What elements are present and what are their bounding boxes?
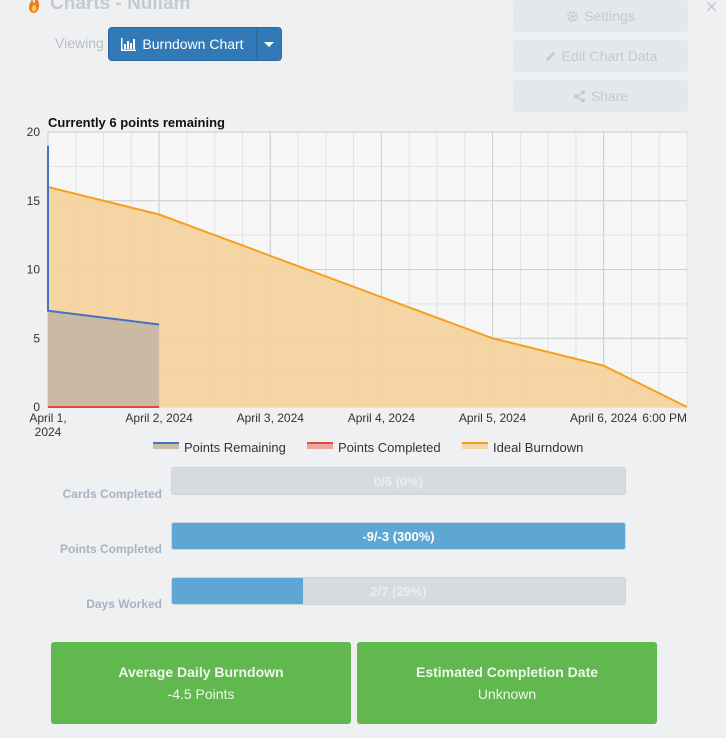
points-completed-progress: -9/-3 (300%)	[171, 522, 626, 550]
average-daily-burndown-value: -4.5 Points	[167, 686, 235, 702]
legend-label: Ideal Burndown	[493, 440, 583, 455]
chart-title: Currently 6 points remaining	[48, 115, 225, 130]
stat-label-points-completed: Points Completed	[59, 542, 162, 556]
estimated-completion-value: Unknown	[477, 686, 537, 702]
y-tick-label: 20	[27, 125, 41, 139]
edit-chart-data-button[interactable]: Edit Chart Data	[513, 40, 688, 72]
share-label: Share	[590, 88, 629, 104]
caret-down-icon	[264, 41, 274, 47]
legend-label: Points Remaining	[184, 440, 286, 455]
window-title: Charts - Nullam	[50, 0, 191, 14]
x-tick-label: April 5, 2024	[459, 411, 527, 425]
viewing-label: Viewing	[55, 35, 104, 51]
stat-label-cards-completed: Cards Completed	[62, 487, 162, 501]
gear-icon	[567, 10, 579, 22]
share-icon	[573, 90, 585, 102]
chart-type-button[interactable]: Burndown Chart	[109, 28, 257, 60]
cards-completed-text: 0/6 (0%)	[373, 473, 424, 489]
x-tick-label: April 6, 2024	[570, 411, 638, 425]
window-title-bar: Charts - Nullam	[26, 0, 190, 15]
pencil-icon	[545, 51, 556, 61]
share-button[interactable]: Share	[513, 80, 688, 112]
settings-button[interactable]: Settings	[513, 0, 688, 32]
x-tick-label: April 3, 2024	[237, 411, 305, 425]
points-remaining-area	[48, 310, 160, 407]
bar-chart-icon	[121, 37, 137, 51]
x-tick-label: April 4, 2024	[348, 411, 416, 425]
cards-completed-progress: 0/6 (0%)	[171, 467, 626, 495]
y-tick-label: 15	[27, 194, 41, 208]
y-tick-label: 5	[33, 331, 40, 345]
x-tick-label: April 2, 2024	[125, 411, 193, 425]
close-icon[interactable]: ×	[705, 0, 718, 20]
flame-icon	[29, 0, 40, 13]
x-tick-label: 6:00 PM	[642, 411, 687, 425]
burndown-chart-svg: 05101520Currently 6 points remainingApri…	[27, 115, 688, 455]
days-worked-text: 2/7 (29%)	[370, 583, 427, 599]
days-worked-progress: 2/7 (29%)	[171, 577, 626, 605]
average-daily-burndown-title: Average Daily Burndown	[118, 664, 284, 680]
settings-label: Settings	[584, 8, 635, 24]
average-daily-burndown-card: Average Daily Burndown -4.5 Points	[51, 642, 351, 724]
x-tick-label: April 1, 2024	[29, 411, 66, 439]
legend-label: Points Completed	[338, 440, 441, 455]
burndown-chart: 0 5 10 15 20 Currently 6 points remaining Apri…	[0, 110, 726, 470]
y-tick-label: 10	[27, 263, 41, 277]
estimated-completion-title: Estimated Completion Date	[415, 664, 599, 680]
dropdown-toggle[interactable]	[257, 28, 281, 60]
stat-label-days-worked: Days Worked	[86, 597, 162, 611]
chart-type-label: Burndown Chart	[142, 36, 244, 52]
chart-type-dropdown[interactable]: Burndown Chart	[108, 27, 282, 61]
points-completed-text: -9/-3 (300%)	[362, 528, 435, 544]
edit-chart-data-label: Edit Chart Data	[561, 48, 658, 64]
estimated-completion-card: Estimated Completion Date Unknown	[357, 642, 657, 724]
